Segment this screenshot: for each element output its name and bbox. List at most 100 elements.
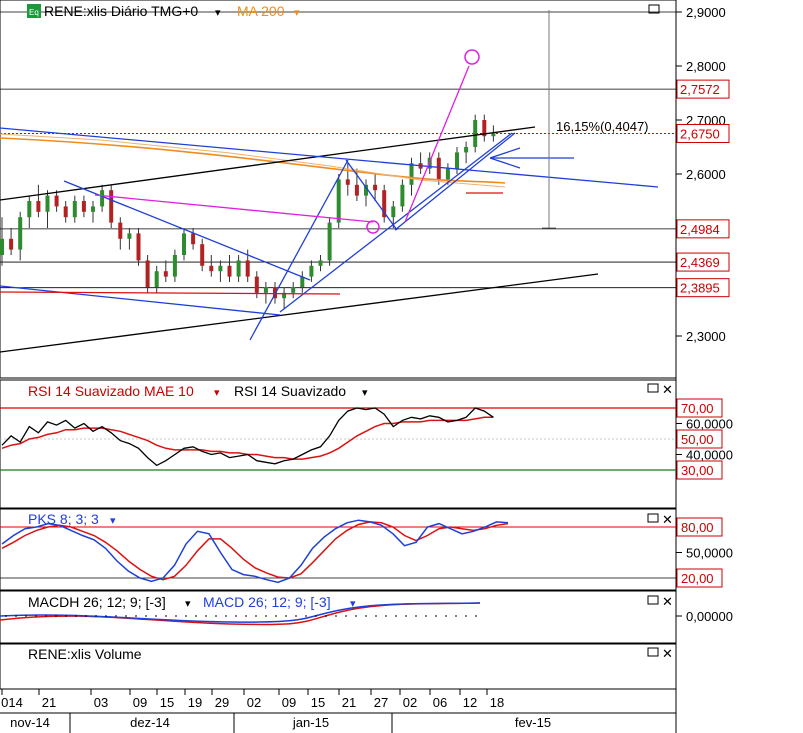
candle-body <box>145 260 150 288</box>
candle-body <box>36 201 41 212</box>
magenta-target-circle <box>464 49 480 65</box>
pks-label: PKS 8; 3; 3 <box>28 511 99 527</box>
candle-body <box>318 260 323 266</box>
candle-body <box>309 265 314 277</box>
candle-body <box>373 184 378 191</box>
candle-body <box>291 287 296 293</box>
macdh-dropdown-icon[interactable]: ▾ <box>185 598 191 610</box>
close-icon[interactable]: ✕ <box>662 594 673 609</box>
rsi-layer <box>0 407 676 471</box>
volume-label: RENE:xlis Volume <box>28 646 142 662</box>
price-tick-label: 2,6000 <box>686 167 726 182</box>
candle-body <box>245 260 250 277</box>
candle-body <box>491 133 496 137</box>
chart-canvas[interactable]: 2,90002,80002,70002,60002,30002,75722,67… <box>0 0 803 733</box>
candle-body <box>81 201 86 212</box>
x-day-label: 02 <box>247 695 261 710</box>
macdh-label: MACDH 26; 12; 9; [-3] <box>28 594 166 610</box>
candle-body <box>0 238 4 255</box>
price-tick-label: 2,3000 <box>686 329 726 344</box>
x-day-label: 09 <box>282 695 296 710</box>
candle-body <box>354 184 359 196</box>
trendline-upper-black <box>0 126 536 201</box>
price-tick-label: 2,8000 <box>686 59 726 74</box>
candle-body <box>236 260 241 277</box>
candle-body <box>191 233 196 245</box>
pks-tag-label: 80,00 <box>681 520 714 535</box>
pks-tag-label: 20,00 <box>681 571 714 586</box>
x-day-label: 19 <box>188 695 202 710</box>
candle-body <box>400 184 405 207</box>
candle-body <box>182 233 186 255</box>
candle-body <box>45 195 50 212</box>
rsi-tick-label: 60,0000 <box>686 417 733 432</box>
rsi-mae-dropdown-icon[interactable]: ▾ <box>214 387 220 399</box>
candle-body <box>127 233 132 239</box>
pks-tick-label: 50,0000 <box>686 546 733 561</box>
maximize-icon[interactable] <box>647 595 659 605</box>
ma-dropdown-icon[interactable]: ▾ <box>294 7 300 19</box>
candle-body <box>327 222 332 261</box>
x-day-label: 21 <box>342 695 356 710</box>
pks-d-series <box>1 521 509 581</box>
maximize-icon[interactable] <box>647 647 659 657</box>
rsi-tick-label: 40,0000 <box>686 448 733 463</box>
rsi-label: RSI 14 Suavizado <box>234 383 346 399</box>
close-icon[interactable]: ✕ <box>662 382 673 397</box>
candle-body <box>464 147 469 153</box>
candle-body <box>18 217 23 250</box>
x-day-label: 29 <box>215 695 229 710</box>
candle-body <box>72 201 77 218</box>
maximize-icon[interactable] <box>647 383 659 393</box>
candle-body <box>163 271 168 277</box>
x-day-label: 15 <box>311 695 325 710</box>
candle-body <box>254 276 259 293</box>
x-month-label: nov-14 <box>10 715 50 730</box>
trendline-blue-up2 <box>279 132 513 313</box>
rsi-tag-label: 70,00 <box>681 401 714 416</box>
x-day-label: 09 <box>133 695 147 710</box>
x-day-label: 18 <box>490 695 504 710</box>
macd-dropdown-icon[interactable]: ▾ <box>350 598 356 610</box>
rsi-tag-label: 50,00 <box>681 432 714 447</box>
price-title: RENE:xlis Diário TMG+0 <box>44 3 198 19</box>
price-tick-label: 2,9000 <box>686 5 726 20</box>
candle-body <box>136 233 141 261</box>
title-dropdown-icon[interactable]: ▾ <box>215 7 221 19</box>
rsi-dropdown-icon[interactable]: ▾ <box>362 387 368 399</box>
macd-label: MACD 26; 12; 9; [-3] <box>203 594 331 610</box>
eq-icon-text: Eq <box>29 8 39 17</box>
x-day-label: 014 <box>1 695 23 710</box>
close-icon[interactable]: ✕ <box>662 646 673 661</box>
x-day-label: 06 <box>433 695 447 710</box>
pks-layer <box>0 519 676 584</box>
x-day-label: 21 <box>42 695 56 710</box>
x-month-label: jan-15 <box>292 715 329 730</box>
candle-body <box>172 255 177 277</box>
candle-body <box>218 265 223 272</box>
pks-dropdown-icon[interactable]: ▾ <box>110 515 116 527</box>
price-tag-label: 2,3895 <box>680 281 720 296</box>
x-day-label: 02 <box>403 695 417 710</box>
candle-body <box>455 152 459 169</box>
candle-body <box>227 265 232 277</box>
candle-body <box>27 201 32 218</box>
rsi-panel-frame <box>0 379 677 509</box>
candle-body <box>345 179 350 185</box>
rsi-tag-label: 30,00 <box>681 463 714 478</box>
close-icon[interactable]: ✕ <box>662 512 673 527</box>
x-day-label: 12 <box>463 695 477 710</box>
candle-body <box>100 190 105 207</box>
candle-body <box>336 179 341 223</box>
price-tag-label: 2,4369 <box>680 255 720 270</box>
macd-tick-label: 0,00000 <box>686 609 733 624</box>
price-tag-label: 2,7572 <box>680 82 720 97</box>
candle-body <box>91 206 95 212</box>
candle-body <box>63 206 68 218</box>
candle-body <box>409 163 414 185</box>
maximize-icon[interactable] <box>647 513 659 523</box>
candle-body <box>109 190 114 223</box>
trendline-blue-base <box>0 285 281 316</box>
x-month-label: fev-15 <box>515 715 551 730</box>
support-line-red <box>0 291 341 295</box>
